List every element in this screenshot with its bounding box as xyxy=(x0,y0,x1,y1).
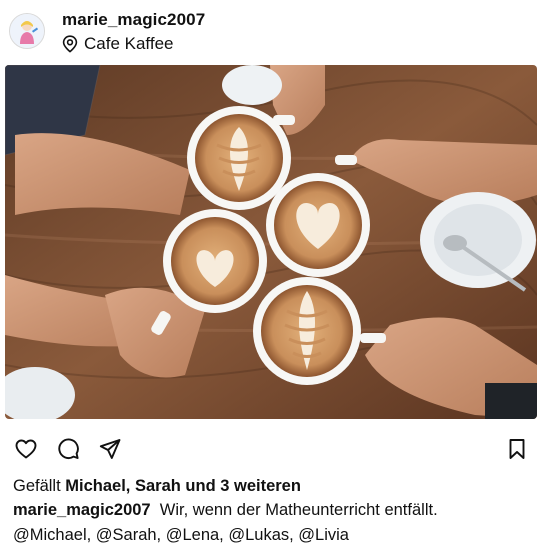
caption-username[interactable]: marie_magic2007 xyxy=(13,501,151,519)
caption: marie_magic2007 Wir, wenn der Matheunter… xyxy=(13,501,438,520)
comment-button[interactable] xyxy=(56,437,80,461)
heart-icon xyxy=(15,439,37,459)
caption-text: Wir, wenn der Matheunterricht entfällt. xyxy=(159,501,438,519)
share-icon xyxy=(99,439,121,459)
latte-art-photo xyxy=(5,65,537,419)
avatar-illustration xyxy=(10,14,44,48)
post-header: marie_magic2007 Cafe Kaffee xyxy=(0,0,540,64)
avatar[interactable] xyxy=(9,13,45,49)
likes-names[interactable]: Michael, Sarah und 3 weiteren xyxy=(65,477,301,495)
post-photo[interactable] xyxy=(5,65,537,419)
save-button[interactable] xyxy=(505,437,529,461)
location-pin-icon xyxy=(62,35,78,53)
location-label[interactable]: Cafe Kaffee xyxy=(84,34,173,54)
share-button[interactable] xyxy=(98,437,122,461)
post-actions xyxy=(14,437,529,463)
post-username[interactable]: marie_magic2007 xyxy=(62,10,205,30)
like-button[interactable] xyxy=(14,437,38,461)
caption-mentions[interactable]: @Michael, @Sarah, @Lena, @Lukas, @Livia xyxy=(13,526,349,545)
likes-prefix: Gefällt xyxy=(13,477,66,495)
likes-summary[interactable]: Gefällt Michael, Sarah und 3 weiteren xyxy=(13,477,301,496)
bookmark-icon xyxy=(509,439,525,459)
location[interactable]: Cafe Kaffee xyxy=(62,34,173,54)
comment-icon xyxy=(58,438,79,459)
